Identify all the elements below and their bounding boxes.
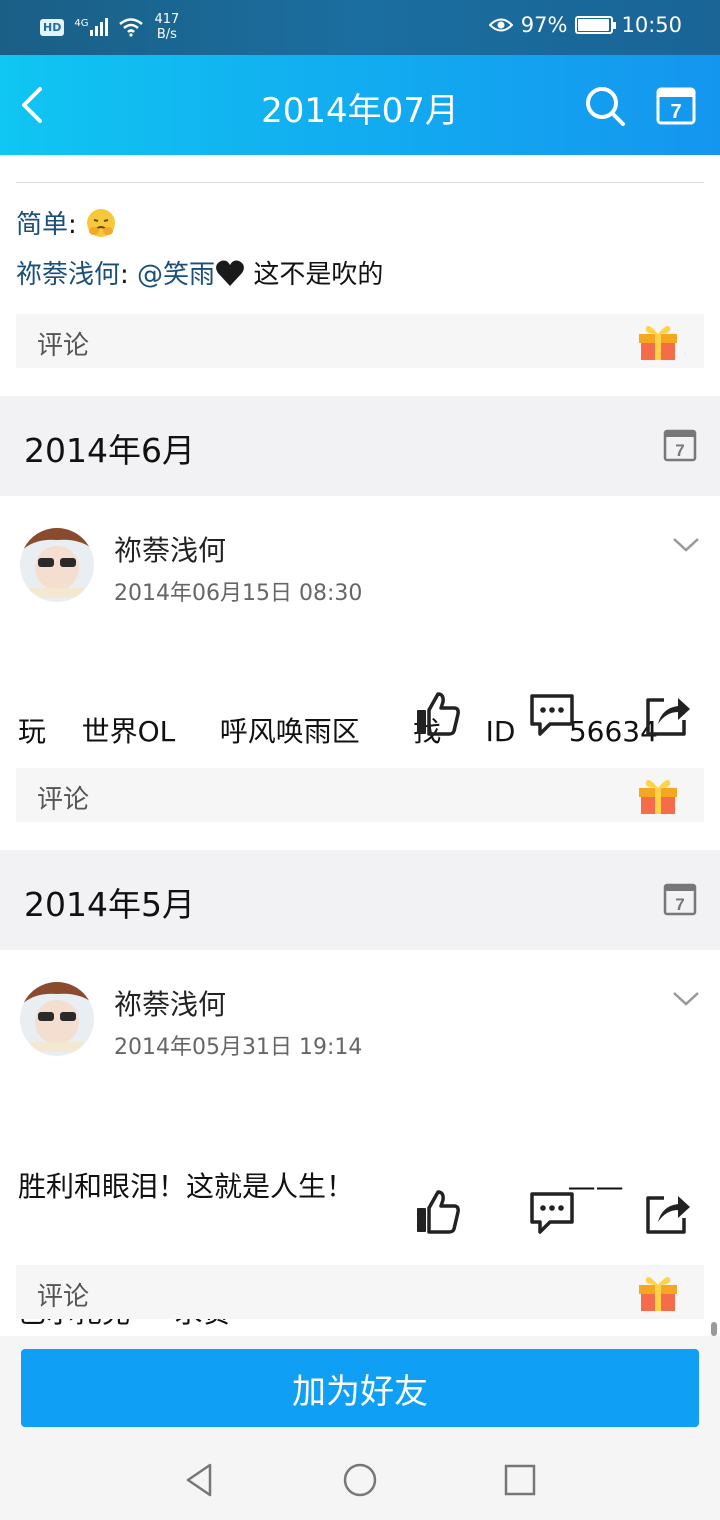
svg-text:7: 7 (675, 441, 684, 460)
month-title: 2014年5月 (24, 885, 195, 924)
thumbs-up-icon[interactable] (414, 690, 462, 738)
comment-bubble-icon[interactable] (528, 1188, 576, 1236)
post-author[interactable]: 祢萘浅何 (114, 983, 226, 1023)
comment-input-label[interactable]: 评论 (37, 779, 89, 816)
nav-home-icon[interactable] (340, 1460, 380, 1500)
month-title: 2014年6月 (24, 431, 195, 470)
comment-text: 这不是吹的 (245, 260, 384, 290)
black-heart-icon (216, 260, 244, 286)
status-bar: HD 4G 417 B/s 97% 10:50 (0, 0, 720, 55)
svg-text:7: 7 (675, 895, 684, 914)
clock: 10:50 (621, 13, 682, 37)
comment-input-label[interactable]: 评论 (37, 325, 89, 362)
comment-item: 简单: (16, 204, 117, 241)
thumbs-up-icon[interactable] (414, 1188, 462, 1236)
mention-link[interactable]: @笑雨 (137, 260, 215, 290)
scrollbar[interactable] (711, 1322, 717, 1336)
post-time: 2014年06月15日 08:30 (114, 581, 363, 606)
share-icon[interactable] (644, 690, 692, 738)
hd-badge: HD (40, 18, 65, 36)
bottom-action-bar: 加为好友 (0, 1336, 720, 1440)
add-friend-button[interactable]: 加为好友 (21, 1349, 699, 1427)
top-bar: 2014年07月 7 (0, 55, 720, 155)
comment-input-label[interactable]: 评论 (37, 1276, 89, 1313)
divider (16, 182, 704, 183)
month-header: 2014年5月 7 (0, 850, 720, 950)
share-icon[interactable] (644, 1188, 692, 1236)
comment-item: 祢萘浅何: @笑雨 这不是吹的 (16, 260, 384, 290)
month-header: 2014年6月 7 (0, 396, 720, 496)
gift-icon[interactable] (636, 1271, 680, 1313)
comment-bar[interactable]: 评论 (16, 1265, 704, 1319)
calendar-icon[interactable]: 7 (663, 882, 697, 916)
comment-bar[interactable]: 评论 (16, 314, 704, 368)
search-icon[interactable] (583, 84, 627, 128)
gift-icon[interactable] (636, 774, 680, 816)
calendar-icon[interactable]: 7 (655, 84, 697, 126)
eye-comfort-icon (488, 18, 513, 32)
comment-author[interactable]: 祢萘浅何 (16, 260, 120, 290)
post-time: 2014年05月31日 19:14 (114, 1035, 363, 1060)
status-right: 97% 10:50 (488, 13, 682, 37)
post-author[interactable]: 祢萘浅何 (114, 529, 226, 569)
comment-author[interactable]: 简单 (16, 210, 68, 240)
emoji-icon (87, 209, 116, 237)
chevron-down-icon[interactable] (672, 536, 700, 554)
system-nav-bar (0, 1440, 720, 1520)
avatar[interactable] (20, 528, 94, 602)
network-speed: 417 B/s (154, 12, 180, 42)
battery-icon (575, 16, 617, 34)
wifi-icon (119, 18, 144, 37)
gift-icon[interactable] (636, 320, 680, 362)
svg-text:7: 7 (670, 101, 681, 123)
nav-recents-icon[interactable] (500, 1460, 540, 1500)
battery-percent: 97% (520, 13, 568, 37)
signal-icon: 4G (74, 18, 109, 36)
avatar[interactable] (20, 982, 94, 1056)
comment-bar[interactable]: 评论 (16, 768, 704, 822)
calendar-icon[interactable]: 7 (663, 428, 697, 462)
network-type: 4G (74, 18, 89, 29)
comment-bubble-icon[interactable] (528, 690, 576, 738)
status-left: HD 4G 417 B/s (40, 12, 179, 42)
battery-fill (578, 19, 610, 31)
chevron-down-icon[interactable] (672, 990, 700, 1008)
nav-back-icon[interactable] (180, 1460, 220, 1500)
